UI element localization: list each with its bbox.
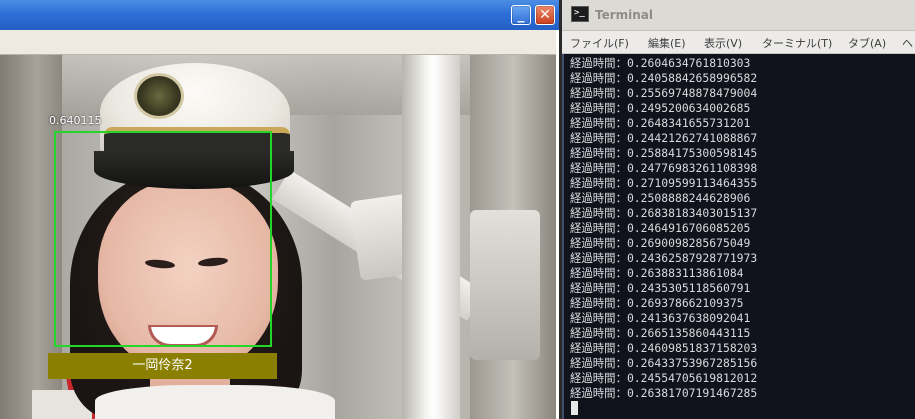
terminal-line: 経過時間：0.263883113861084 <box>570 266 744 280</box>
terminal-title: Terminal <box>595 8 654 22</box>
detection-label: 一岡伶奈2 <box>48 353 277 379</box>
face-detection-box <box>54 131 272 347</box>
camera-frame-image: 0.640115 一岡伶奈2 <box>0 55 556 419</box>
terminal-line: 経過時間：0.27109599113464355 <box>570 176 758 190</box>
terminal-line: 経過時間：0.2665135860443115 <box>570 326 751 340</box>
menu-edit[interactable]: 編集(E) <box>648 35 686 51</box>
terminal-line: 経過時間：0.25884175300598145 <box>570 146 758 160</box>
terminal-line: 経過時間：0.24554705619812012 <box>570 371 758 385</box>
terminal-window: >_ Terminal ファイル(F) 編集(E) 表示(V) ターミナル(T)… <box>562 0 915 419</box>
detection-score: 0.640115 <box>49 114 102 127</box>
window-border <box>556 30 559 419</box>
terminal-lines: 経過時間：0.2604634761810303 経過時間：0.2405884265… <box>570 56 757 401</box>
menu-tabs[interactable]: タブ(A) <box>848 35 886 51</box>
terminal-line: 経過時間：0.2413637638092041 <box>570 311 751 325</box>
terminal-line: 経過時間：0.24609851837158203 <box>570 341 758 355</box>
image-viewer-window: _ ✕ 0.640115 一岡伶奈2 <box>0 0 559 419</box>
text-cursor <box>571 401 578 415</box>
terminal-line: 経過時間：0.24058842658996582 <box>570 71 758 85</box>
terminal-line: 経過時間：0.26838183403015137 <box>570 206 758 220</box>
terminal-line: 経過時間：0.2690098285675049 <box>570 236 751 250</box>
menu-file[interactable]: ファイル(F) <box>570 35 629 51</box>
white-pillar <box>402 55 460 419</box>
terminal-output[interactable]: 経過時間：0.2604634761810303 経過時間：0.2405884265… <box>562 54 915 419</box>
uniform-collar <box>95 385 335 419</box>
terminal-line: 経過時間：0.2604634761810303 <box>570 56 751 70</box>
menu-terminal[interactable]: ターミナル(T) <box>762 35 832 51</box>
terminal-menubar: ファイル(F) 編集(E) 表示(V) ターミナル(T) タブ(A) ヘ <box>562 31 915 54</box>
terminal-line: 経過時間：0.24421262741088867 <box>570 131 758 145</box>
bracket <box>470 210 540 360</box>
menu-help[interactable]: ヘ <box>902 35 913 51</box>
terminal-line: 経過時間：0.25569748878479004 <box>570 86 758 100</box>
terminal-line: 経過時間：0.2648341655731201 <box>570 116 751 130</box>
terminal-line: 経過時間：0.26433753967285156 <box>570 356 758 370</box>
cap-badge-icon <box>134 73 184 119</box>
terminal-titlebar[interactable]: >_ Terminal <box>562 0 915 31</box>
terminal-line: 経過時間：0.2435305118560791 <box>570 281 751 295</box>
image-window-titlebar[interactable]: _ ✕ <box>0 0 559 30</box>
terminal-icon: >_ <box>571 6 589 22</box>
close-button[interactable]: ✕ <box>535 5 555 25</box>
image-window-toolbar <box>0 30 556 55</box>
terminal-line: 経過時間：0.2495200634002685 <box>570 101 751 115</box>
minimize-button[interactable]: _ <box>511 5 531 25</box>
terminal-line: 経過時間：0.24776983261108398 <box>570 161 758 175</box>
menu-view[interactable]: 表示(V) <box>704 35 742 51</box>
terminal-line: 経過時間：0.24362587928771973 <box>570 251 758 265</box>
terminal-line: 経過時間：0.26381707191467285 <box>570 386 758 400</box>
terminal-line: 経過時間：0.2508888244628906 <box>570 191 751 205</box>
terminal-line: 経過時間：0.2464916706085205 <box>570 221 751 235</box>
terminal-line: 経過時間：0.269378662109375 <box>570 296 744 310</box>
